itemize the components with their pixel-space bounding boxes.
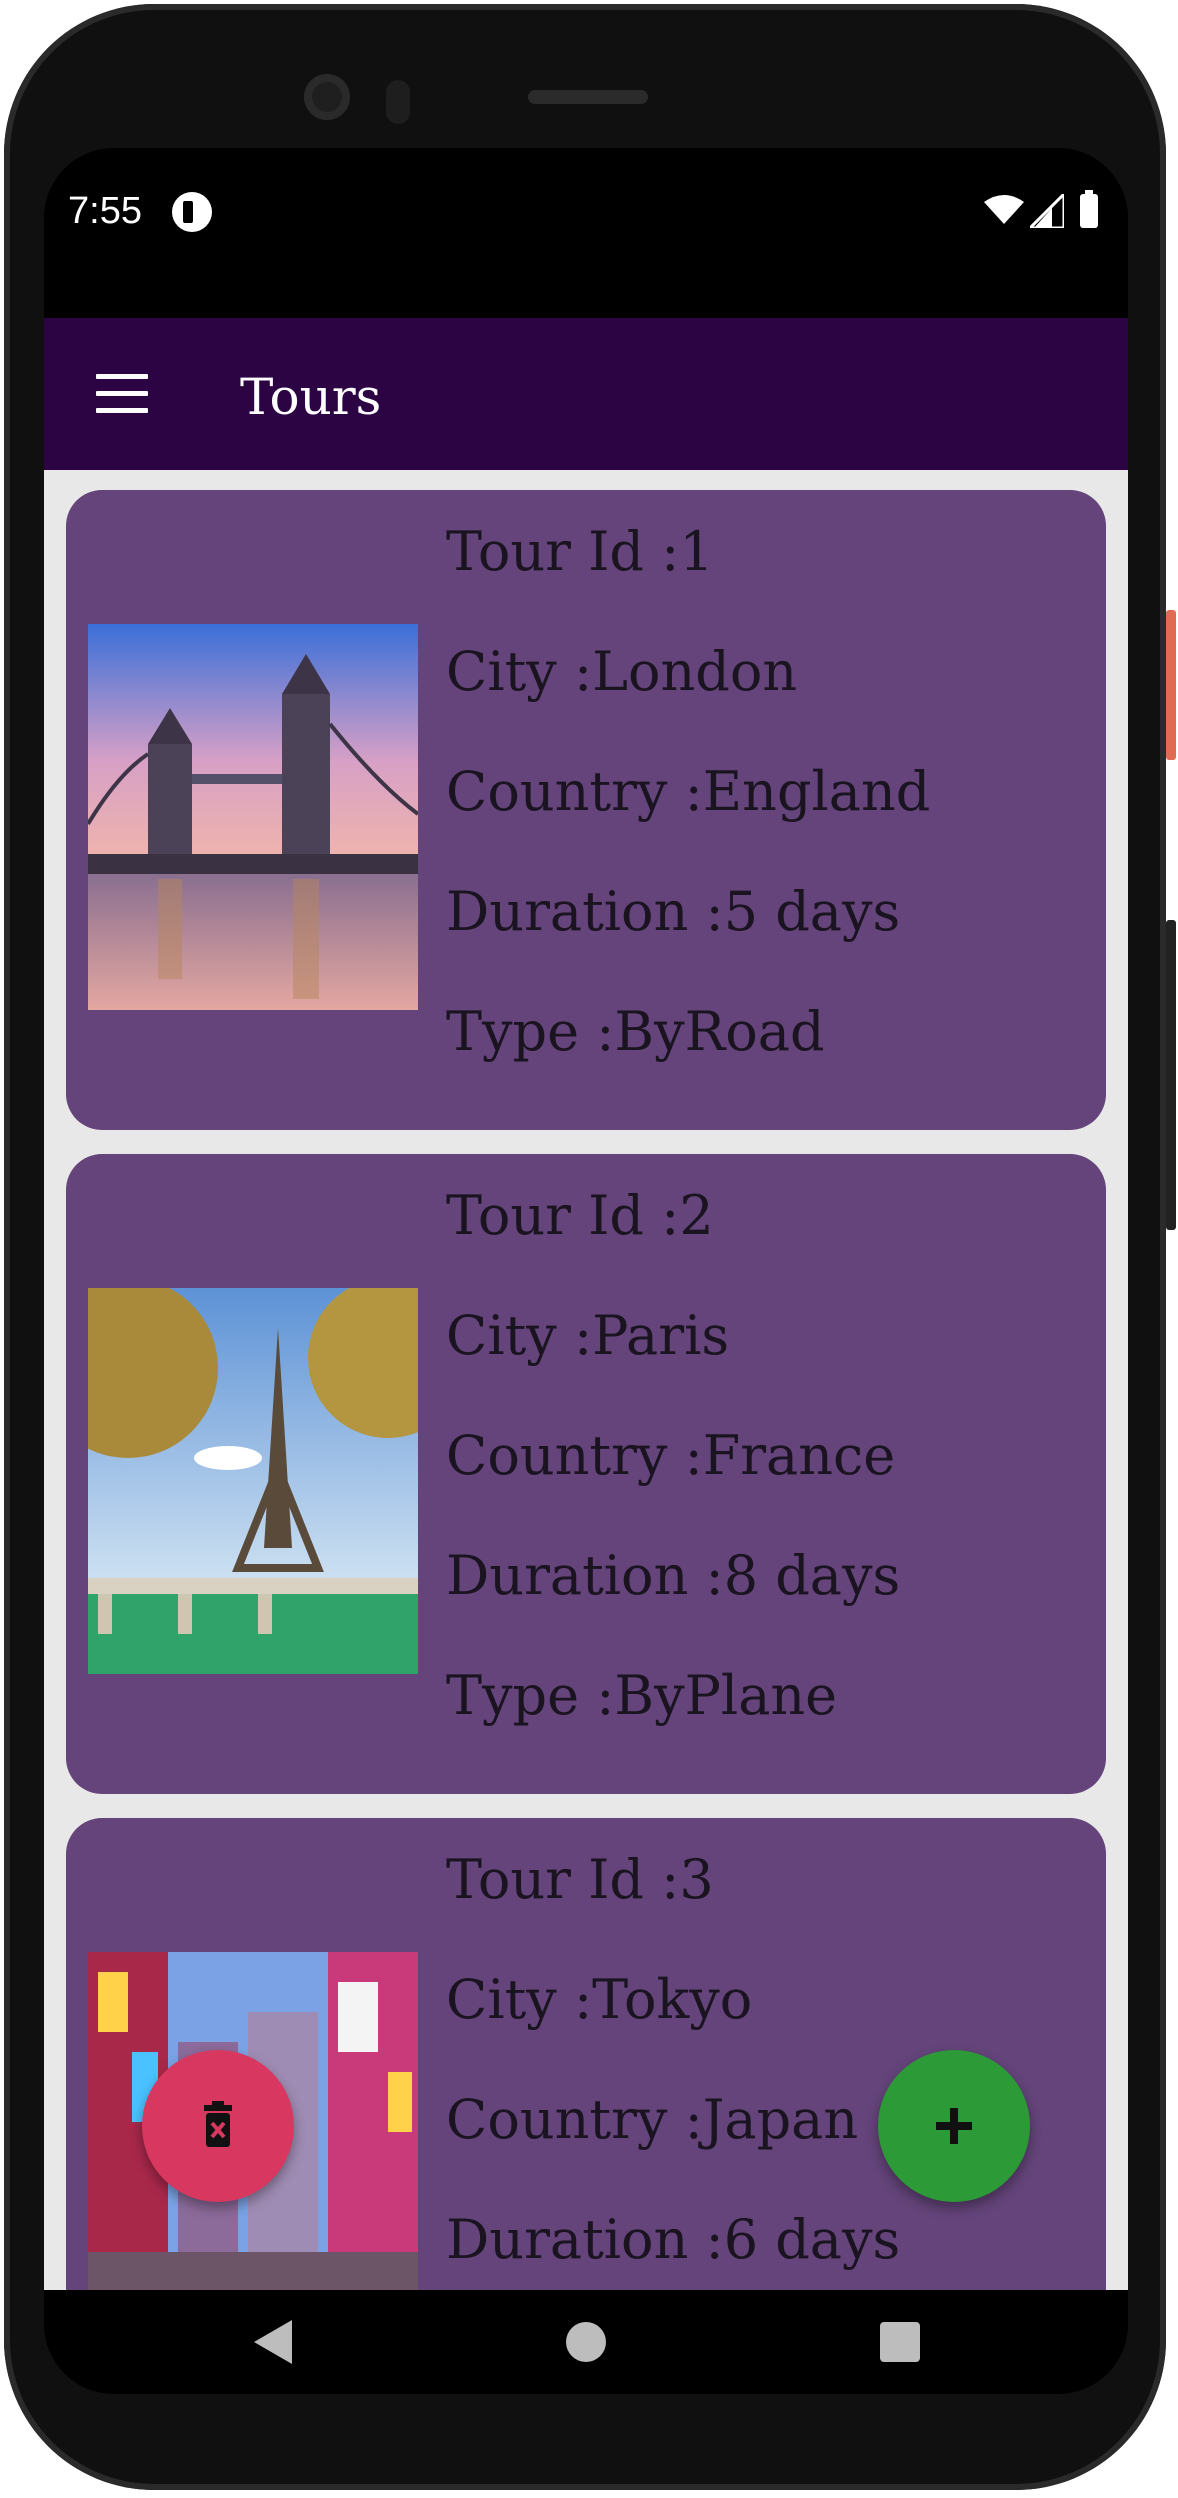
tour-card[interactable]: Tour Id :2 City :Paris Country :France D… — [66, 1154, 1106, 1794]
recents-icon[interactable] — [880, 2322, 920, 2362]
tour-details: Tour Id :1 City :London Country :England… — [446, 520, 931, 1092]
tour-duration: Duration :6 days — [446, 2208, 901, 2271]
tour-country: Country :England — [446, 760, 931, 823]
page-title: Tours — [240, 368, 382, 426]
tower-bridge-photo — [88, 624, 418, 1010]
eiffel-tower-photo — [88, 1288, 418, 1674]
tour-city: City :London — [446, 640, 798, 703]
earpiece — [528, 90, 648, 104]
tour-duration: Duration :8 days — [446, 1544, 901, 1607]
tour-type: Type :ByRoad — [446, 1000, 825, 1063]
tour-city: City :Tokyo — [446, 1968, 753, 2031]
status-time: 7:55 — [68, 190, 142, 232]
tour-type: Type :ByPlane — [446, 1664, 838, 1727]
back-icon[interactable] — [254, 2320, 292, 2364]
navigation-bar — [44, 2290, 1128, 2394]
volume-button — [1166, 920, 1176, 1230]
signal-icon — [1030, 194, 1064, 228]
home-icon[interactable] — [566, 2322, 606, 2362]
tour-list[interactable]: Tour Id :1 City :London Country :England… — [44, 470, 1128, 2290]
menu-icon[interactable] — [96, 374, 148, 414]
tour-country: Country :Japan — [446, 2088, 859, 2151]
status-bar: 7:55 — [44, 148, 1128, 318]
tour-city: City :Paris — [446, 1304, 730, 1367]
tour-details: Tour Id :2 City :Paris Country :France D… — [446, 1184, 901, 1756]
tour-details: Tour Id :3 City :Tokyo Country :Japan Du… — [446, 1848, 901, 2290]
tour-id: Tour Id :2 — [446, 1184, 714, 1247]
tour-country: Country :France — [446, 1424, 896, 1487]
power-button — [1166, 610, 1176, 760]
front-camera — [304, 74, 350, 120]
add-button[interactable] — [878, 2050, 1030, 2202]
wifi-icon — [984, 195, 1024, 224]
tour-card[interactable]: Tour Id :1 City :London Country :England… — [66, 490, 1106, 1130]
delete-icon — [204, 2101, 232, 2147]
delete-button[interactable] — [142, 2050, 294, 2202]
tour-id: Tour Id :3 — [446, 1848, 714, 1911]
screen: 7:55 Tours Tour Id:1 City:London Count… — [44, 148, 1128, 2394]
add-icon — [936, 2108, 972, 2144]
tour-duration: Duration :5 days — [446, 880, 901, 943]
notification-icon — [172, 192, 212, 232]
app-bar: Tours — [44, 318, 1128, 470]
tour-id: Tour Id :1 — [446, 520, 714, 583]
battery-icon — [1080, 190, 1098, 228]
proximity-sensor — [386, 80, 410, 124]
